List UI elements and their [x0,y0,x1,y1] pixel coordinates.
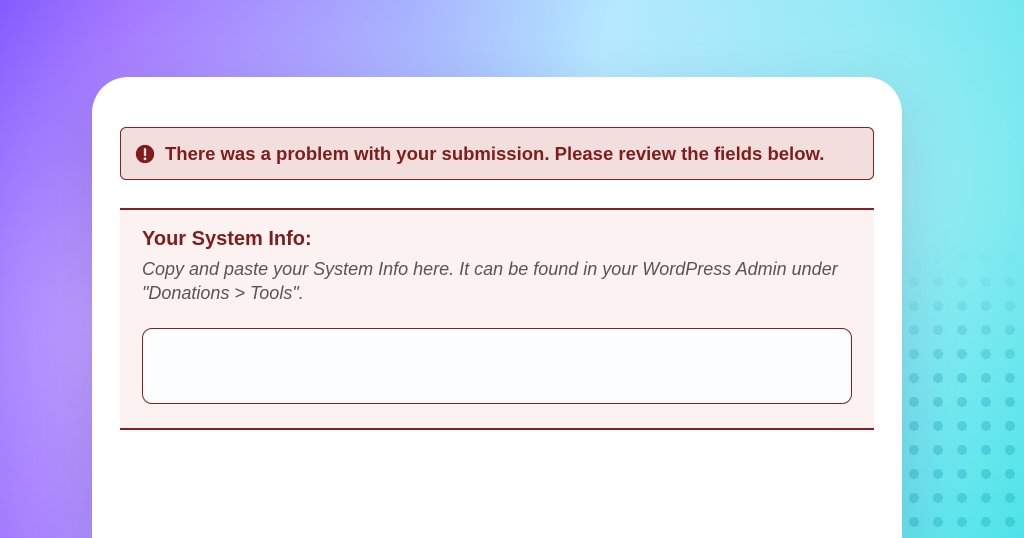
system-info-label: Your System Info: [142,228,852,251]
error-alert-text: There was a problem with your submission… [165,142,824,165]
system-info-help: Copy and paste your System Info here. It… [142,257,842,306]
system-info-field: Your System Info: Copy and paste your Sy… [120,210,874,430]
form-card: There was a problem with your submission… [92,77,902,538]
error-icon [135,144,155,164]
error-alert: There was a problem with your submission… [120,127,874,180]
system-info-textarea[interactable] [142,328,852,404]
